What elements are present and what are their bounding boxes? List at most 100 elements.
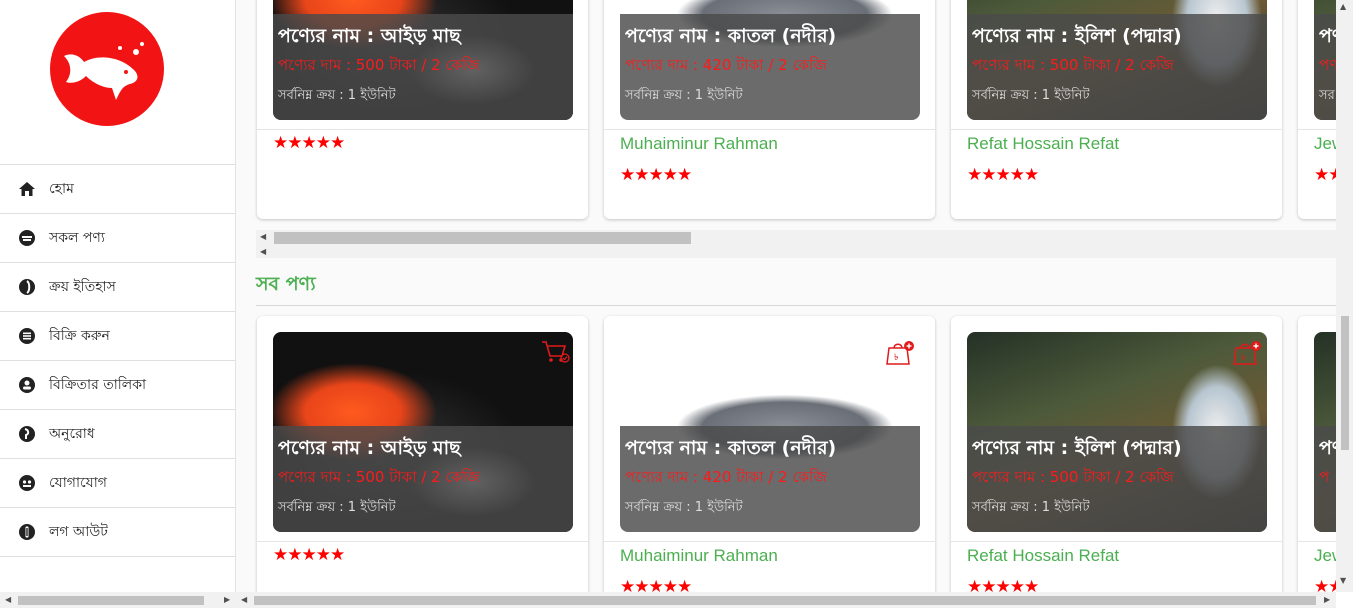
scroll-left-arrow-icon[interactable]: ◀ [260,247,266,256]
sidebar-item-label: সকল পণ্য [49,230,105,246]
rating-stars: ★★ [1314,165,1336,185]
product-min-purchase: সর্বনিম্ন ক্রয় : 1 ইউনিট [625,88,743,103]
scroll-right-arrow-icon[interactable]: ▶ [1324,595,1330,604]
home-icon [18,180,36,198]
section-divider [256,305,1336,306]
svg-text:৳: ৳ [894,353,899,363]
product-min-purchase: সর্বনিম্ন ক্রয় : 1 ইউনিট [972,88,1090,103]
product-price: পণ্যের দাম : 420 টাকা / 2 কেজি [625,468,827,486]
scrollbar-thumb[interactable] [254,596,1316,605]
product-image[interactable]: পণ পণ সর [1314,0,1336,120]
product-info-overlay: পণ্যের নাম : আইড় মাছ পণ্যের দাম : 500 ট… [273,14,573,120]
product-card[interactable]: পণ্যের নাম : কাতল (নদীর) পণ্যের দাম : 42… [604,0,935,219]
product-image[interactable]: পণ্যের নাম : আইড় মাছ পণ্যের দাম : 500 ট… [273,332,573,532]
sidebar-item-logout[interactable]: লগ আউট [0,508,235,557]
sidebar: হোম সকল পণ্য ক্রয় ইতিহাস বিক্রি করুন বি… [0,0,236,608]
product-name: পণ [1319,25,1336,47]
main-horizontal-scrollbar[interactable]: ◀ ▶ [236,592,1336,608]
sidebar-item-purchase-history[interactable]: ক্রয় ইতিহাস [0,263,235,312]
product-card[interactable]: পণ্যের নাম : ইলিশ (পদ্মার) পণ্যের দাম : … [951,0,1282,219]
seller-name[interactable]: Refat Hossain Refat [967,546,1119,566]
product-min-purchase: সর্বনিম্ন ক্রয় : 1 ইউনিট [278,500,396,515]
card-divider [604,129,935,130]
history-icon [18,278,36,296]
product-info-overlay: পণ্যের নাম : ইলিশ (পদ্মার) পণ্যের দাম : … [967,426,1267,532]
scroll-left-arrow-icon[interactable]: ◀ [260,232,266,241]
sidebar-item-label: বিক্রিতার তালিকা [49,377,147,393]
fish-logo[interactable] [50,12,164,126]
product-card[interactable]: পণ প Jew ★★ [1298,316,1336,592]
scroll-right-arrow-icon[interactable]: ▶ [224,595,230,604]
rating-stars: ★★★★★ [620,165,692,185]
scroll-down-arrow-icon[interactable]: ▼ [1340,576,1346,585]
product-info-overlay: পণ প [1314,426,1336,532]
seller-name[interactable]: Refat Hossain Refat [967,134,1119,154]
sidebar-item-sellers-list[interactable]: বিক্রিতার তালিকা [0,361,235,410]
sell-icon [18,327,36,345]
rating-stars: ★★ [1314,577,1336,592]
bag-add-icon[interactable]: ৳ [1232,338,1262,366]
seller-name[interactable]: Jew [1314,134,1336,154]
product-name: পণ [1319,437,1336,459]
product-image[interactable]: পণ প [1314,332,1336,532]
sidebar-item-home[interactable]: হোম [0,165,235,214]
section-title: সব পণ্য [256,273,316,295]
product-card[interactable]: পণ্যের নাম : ইলিশ (পদ্মার) পণ্যের দাম : … [951,316,1282,592]
sellers-icon [18,376,36,394]
cart-check-icon[interactable] [540,338,570,366]
product-card[interactable]: পণ্যের নাম : কাতল (নদীর) পণ্যের দাম : 42… [604,316,935,592]
contact-icon [18,474,36,492]
product-min-purchase: সর [1319,88,1335,103]
product-name: পণ্যের নাম : কাতল (নদীর) [625,437,837,459]
product-price: পণ্যের দাম : 500 টাকা / 2 কেজি [278,468,480,486]
card-divider [257,129,588,130]
fish-logo-icon [64,42,144,100]
rating-stars: ★★★★★ [967,165,1039,185]
scroll-up-arrow-icon[interactable]: ▲ [1340,2,1346,11]
main-content: পণ্যের নাম : আইড় মাছ পণ্যের দাম : 500 ট… [236,0,1336,592]
card-divider [1298,541,1336,542]
card-divider [604,541,935,542]
product-info-overlay: পণ্যের নাম : কাতল (নদীর) পণ্যের দাম : 42… [620,426,920,532]
scrollbar-thumb[interactable] [18,596,204,605]
sidebar-item-label: অনুরোধ [49,426,95,442]
product-card[interactable]: পণ্যের নাম : আইড় মাছ পণ্যের দাম : 500 ট… [257,0,588,219]
card-divider [1298,129,1336,130]
products-icon [18,229,36,247]
sidebar-item-label: যোগাযোগ [49,475,107,491]
product-image[interactable]: পণ্যের নাম : কাতল (নদীর) পণ্যের দাম : 42… [620,0,920,120]
scrollbar-thumb[interactable] [1341,316,1349,450]
bag-add-icon[interactable]: ৳ [885,338,915,366]
product-info-overlay: পণ্যের নাম : আইড় মাছ পণ্যের দাম : 500 ট… [273,426,573,532]
sidebar-item-label: ক্রয় ইতিহাস [49,279,116,295]
sidebar-item-request[interactable]: অনুরোধ [0,410,235,459]
scrollbar-thumb[interactable] [274,232,691,244]
rating-stars: ★★★★★ [967,577,1039,592]
sidebar-item-label: লগ আউট [49,524,108,540]
product-image[interactable]: পণ্যের নাম : ইলিশ (পদ্মার) পণ্যের দাম : … [967,332,1267,532]
product-card[interactable]: পণ্যের নাম : আইড় মাছ পণ্যের দাম : 500 ট… [257,316,588,592]
sidebar-item-label: হোম [49,181,74,197]
row-horizontal-scrollbar[interactable]: ◀ ◀ [256,230,1336,258]
product-image[interactable]: পণ্যের নাম : ইলিশ (পদ্মার) পণ্যের দাম : … [967,0,1267,120]
product-name: পণ্যের নাম : ইলিশ (পদ্মার) [972,437,1182,459]
rating-stars: ★★★★★ [273,133,345,153]
scroll-left-arrow-icon[interactable]: ◀ [241,595,247,604]
product-price: পণ্যের দাম : 500 টাকা / 2 কেজি [278,56,480,74]
scroll-left-arrow-icon[interactable]: ◀ [5,595,11,604]
product-info-overlay: পণ্যের নাম : কাতল (নদীর) পণ্যের দাম : 42… [620,14,920,120]
seller-name[interactable]: Muhaiminur Rahman [620,134,778,154]
product-name: পণ্যের নাম : আইড় মাছ [278,25,461,47]
page-vertical-scrollbar[interactable]: ▲ ▼ [1336,0,1353,592]
product-image[interactable]: পণ্যের নাম : আইড় মাছ পণ্যের দাম : 500 ট… [273,0,573,120]
sidebar-item-contact[interactable]: যোগাযোগ [0,459,235,508]
sidebar-horizontal-scrollbar[interactable]: ◀ ▶ [0,592,236,608]
product-name: পণ্যের নাম : ইলিশ (পদ্মার) [972,25,1182,47]
seller-name[interactable]: Muhaiminur Rahman [620,546,778,566]
product-image[interactable]: পণ্যের নাম : কাতল (নদীর) পণ্যের দাম : 42… [620,332,920,532]
seller-name[interactable]: Jew [1314,546,1336,566]
sidebar-item-label: বিক্রি করুন [49,328,110,344]
sidebar-item-all-products[interactable]: সকল পণ্য [0,214,235,263]
product-card[interactable]: পণ পণ সর Jew ★★ [1298,0,1336,219]
sidebar-item-sell[interactable]: বিক্রি করুন [0,312,235,361]
